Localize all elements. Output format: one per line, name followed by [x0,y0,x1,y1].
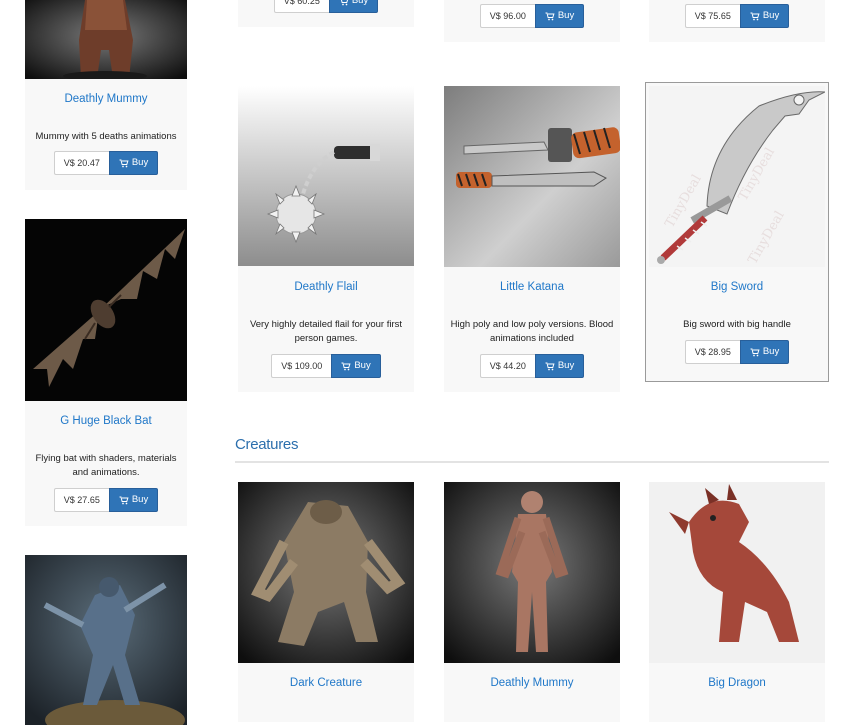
buy-label: Buy [131,494,149,505]
price-tag: V$ 60.25 [273,0,329,13]
product-title[interactable]: Deathly Mummy [25,93,187,105]
buy-button[interactable]: Buy [108,488,159,512]
product-card-little-katana: Little Katana High poly and low poly ver… [444,86,620,392]
product-title[interactable]: Big Sword [646,281,828,293]
cart-icon [119,159,129,168]
product-title[interactable]: Deathly Flail [238,281,414,293]
buy-button[interactable]: Buy [739,4,790,28]
buy-button[interactable]: Buy [534,4,585,28]
product-description: Mummy with 5 deaths animations [35,131,177,142]
buy-label: Buy [557,10,575,21]
product-title[interactable]: Little Katana [444,281,620,293]
cart-icon [341,362,351,371]
buy-button[interactable]: Buy [108,151,159,175]
price-tag: V$ 27.65 [53,488,109,512]
section-title-creatures[interactable]: Creatures [235,436,298,453]
price-tag: V$ 96.00 [479,4,535,28]
buy-button[interactable]: Buy [534,354,585,378]
price-tag: V$ 20.47 [53,151,109,175]
product-image[interactable] [238,482,414,663]
product-image[interactable] [444,86,620,267]
product-card-deathly-mummy-2: Deathly Mummy [444,482,620,722]
buy-label: Buy [557,360,575,371]
product-image[interactable] [649,482,825,663]
product-title[interactable]: Big Dragon [649,677,825,689]
cart-icon [545,12,555,21]
product-description: Very highly detailed flail for your firs… [249,319,403,344]
product-description: Big sword with big handle [683,319,791,330]
buy-label: Buy [762,10,780,21]
product-card-partial-2: V$ 96.00 Buy [444,0,620,42]
product-image[interactable] [238,86,414,266]
cart-icon [750,12,760,21]
product-description: Flying bat with shaders, materials and a… [35,453,177,478]
product-image[interactable]: TinyDeal TinyDeal TinyDeal [649,86,825,267]
sidebar-card-creature [25,555,187,725]
cart-icon [545,362,555,371]
product-image[interactable] [25,219,187,401]
product-card-big-dragon: Big Dragon [649,482,825,722]
buy-button[interactable]: Buy [331,354,381,378]
buy-label: Buy [762,346,780,357]
product-image[interactable] [25,0,187,79]
buy-button[interactable]: Buy [328,0,379,13]
price-tag: V$ 28.95 [684,340,740,364]
product-card-partial-3: V$ 75.65 Buy [649,0,825,42]
price-tag: V$ 75.65 [684,4,740,28]
product-card-big-sword: TinyDeal TinyDeal TinyDeal Big Sword Big… [645,82,829,382]
cart-icon [750,348,760,357]
product-title[interactable]: Deathly Mummy [444,677,620,689]
sidebar-card-huge-black-bat: G Huge Black Bat Flying bat with shaders… [25,219,187,526]
buy-label: Buy [354,360,371,371]
sidebar-card-deathly-mummy: Deathly Mummy Mummy with 5 deaths animat… [25,0,187,190]
product-description: High poly and low poly versions. Blood a… [450,319,614,344]
buy-label: Buy [351,0,369,6]
product-card-partial-1: V$ 60.25 Buy [238,0,414,27]
cart-icon [119,496,129,505]
product-title[interactable]: G Huge Black Bat [25,415,187,427]
product-image[interactable] [444,482,620,663]
price-tag: V$ 109.00 [271,354,332,378]
product-card-dark-creature: Dark Creature [238,482,414,722]
product-title[interactable]: Dark Creature [238,677,414,689]
buy-button[interactable]: Buy [739,340,790,364]
price-tag: V$ 44.20 [479,354,535,378]
product-image[interactable] [25,555,187,725]
buy-label: Buy [131,157,149,168]
cart-icon [339,0,349,6]
product-card-deathly-flail: Deathly Flail Very highly detailed flail… [238,86,414,392]
section-divider [235,461,829,463]
